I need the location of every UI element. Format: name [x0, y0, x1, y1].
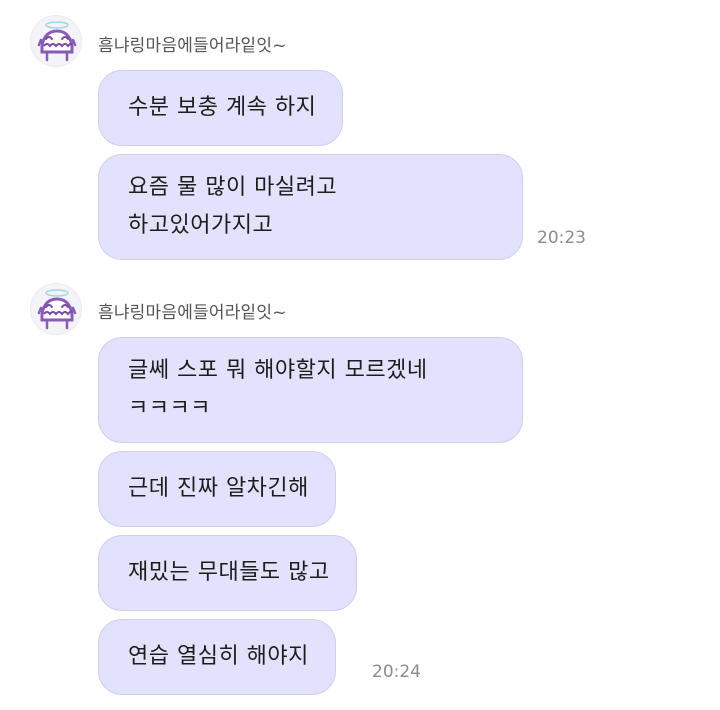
message-bubble[interactable]: 글쎄 스포 뭐 해야할지 모르겠네 ㅋㅋㅋㅋ: [98, 337, 523, 443]
message-text: 글쎄 스포 뭐 해야할지 모르겠네 ㅋㅋㅋㅋ: [128, 358, 428, 421]
message-timestamp: 20:24: [372, 662, 421, 682]
message-bubble[interactable]: 수분 보충 계속 하지: [98, 70, 344, 146]
ghost-angel-avatar-icon[interactable]: [30, 15, 82, 67]
chat-message-list[interactable]: 흠냐링마음에들어라잍잇~ 수분 보충 계속 하지 요즘 물 많이 마실려고 하고…: [0, 0, 720, 710]
message-bubble[interactable]: 연습 열심히 해야지: [98, 619, 336, 695]
message-bubble[interactable]: 재밌는 무대들도 많고: [98, 535, 357, 611]
message-bubble[interactable]: 요즘 물 많이 마실려고 하고있어가지고: [98, 154, 523, 260]
message-bubble[interactable]: 근데 진짜 알차긴해: [98, 451, 336, 527]
message-text: 연습 열심히 해야지: [128, 644, 309, 669]
sender-name: 흠냐링마음에들어라잍잇~: [98, 303, 287, 323]
message-text: 재밌는 무대들도 많고: [128, 560, 330, 585]
message-timestamp: 20:23: [537, 228, 586, 248]
message-text: 수분 보충 계속 하지: [128, 95, 317, 120]
message-text: 근데 진짜 알차긴해: [128, 476, 309, 501]
sender-name: 흠냐링마음에들어라잍잇~: [98, 36, 287, 56]
message-text: 요즘 물 많이 마실려고 하고있어가지고: [128, 175, 338, 238]
ghost-angel-avatar-icon[interactable]: [30, 283, 82, 335]
